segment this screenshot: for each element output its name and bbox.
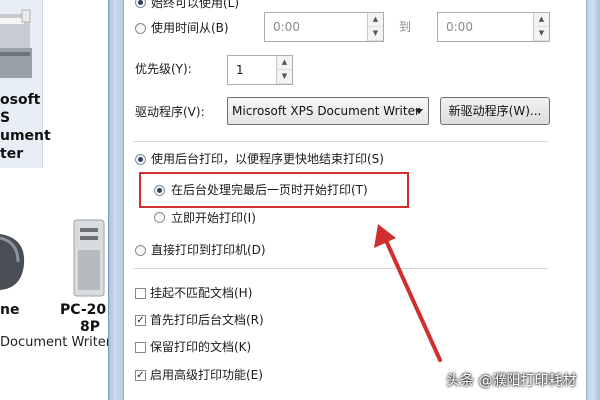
device-label-line4: ter xyxy=(0,146,24,162)
device-name-label: Document Writer xyxy=(0,335,108,350)
divider xyxy=(133,268,548,269)
computer-label-line2: 8P xyxy=(80,319,101,335)
priority-label: 优先级(Y): xyxy=(135,62,192,76)
computer-label-line1: PC-20 xyxy=(60,302,107,318)
spin-up-icon[interactable]: ▲ xyxy=(534,13,549,27)
to-time-value: 0:00 xyxy=(446,20,473,34)
start-immediately-label: 立即开始打印(I) xyxy=(171,211,256,225)
always-available-label: 始终可以使用(L) xyxy=(151,0,240,10)
highlight-box xyxy=(139,172,409,208)
priority-value: 1 xyxy=(236,63,244,77)
spin-down-icon[interactable]: ▼ xyxy=(368,27,383,41)
computer-label: PC-20 8P xyxy=(60,302,106,336)
keep-printed-label: 保留打印的文档(K) xyxy=(150,340,252,354)
divider xyxy=(133,141,548,142)
hold-mismatched-checkbox[interactable] xyxy=(135,288,146,299)
start-immediately-radio[interactable] xyxy=(154,212,165,223)
devices-background: osoft S ument ter ne PC-20 8P Document W… xyxy=(0,0,108,400)
device-label-line1: osoft xyxy=(0,92,41,108)
direct-print-label: 直接打印到打印机(D) xyxy=(151,243,266,257)
driver-label: 驱动程序(V): xyxy=(135,105,205,119)
device-label-line3: ument xyxy=(0,128,51,144)
print-spooled-first-checkbox[interactable]: ✓ xyxy=(135,315,146,326)
chevron-down-icon xyxy=(415,109,423,114)
from-time-value: 0:00 xyxy=(273,20,300,34)
device-label-line2: S xyxy=(0,110,11,126)
spin-up-icon[interactable]: ▲ xyxy=(368,13,383,27)
available-from-radio[interactable] xyxy=(135,23,146,34)
dialog-frame-right xyxy=(586,0,600,400)
to-time-spin-buttons[interactable]: ▲ ▼ xyxy=(533,13,549,41)
priority-spin-buttons[interactable]: ▲ ▼ xyxy=(276,56,292,84)
from-time-spinner[interactable]: 0:00 ▲ ▼ xyxy=(264,12,384,42)
spin-down-icon[interactable]: ▼ xyxy=(277,70,292,84)
driver-selected-value: Microsoft XPS Document Writer xyxy=(232,104,420,118)
available-from-label: 使用时间从(B) xyxy=(151,21,229,35)
direct-print-radio[interactable] xyxy=(135,245,146,256)
spool-radio[interactable] xyxy=(135,154,146,165)
advanced-features-checkbox[interactable]: ✓ xyxy=(135,370,146,381)
print-spooled-first-label: 首先打印后台文档(R) xyxy=(150,313,264,327)
advanced-features-label: 启用高级打印功能(E) xyxy=(150,368,263,382)
watermark: 头条 @濮阳打印耗材 xyxy=(446,373,577,389)
new-driver-button[interactable]: 新驱动程序(W)... xyxy=(440,97,550,125)
mouse-icon xyxy=(0,234,25,290)
dialog-frame-left xyxy=(108,0,123,400)
keep-printed-checkbox[interactable] xyxy=(135,342,146,353)
to-time-spinner[interactable]: 0:00 ▲ ▼ xyxy=(437,12,550,42)
device-label-partial: ne xyxy=(0,302,20,318)
from-time-spin-buttons[interactable]: ▲ ▼ xyxy=(367,13,383,41)
computer-icon xyxy=(73,219,105,297)
spin-down-icon[interactable]: ▼ xyxy=(534,27,549,41)
driver-select[interactable]: Microsoft XPS Document Writer xyxy=(227,97,429,125)
priority-spinner[interactable]: 1 ▲ ▼ xyxy=(227,55,293,85)
spool-label: 使用后台打印，以便程序更快地结束打印(S) xyxy=(151,152,384,166)
spin-up-icon[interactable]: ▲ xyxy=(277,56,292,70)
to-label: 到 xyxy=(399,20,412,34)
printer-icon xyxy=(0,9,32,78)
hold-mismatched-label: 挂起不匹配文档(H) xyxy=(150,286,253,300)
red-arrow-icon xyxy=(374,224,442,362)
